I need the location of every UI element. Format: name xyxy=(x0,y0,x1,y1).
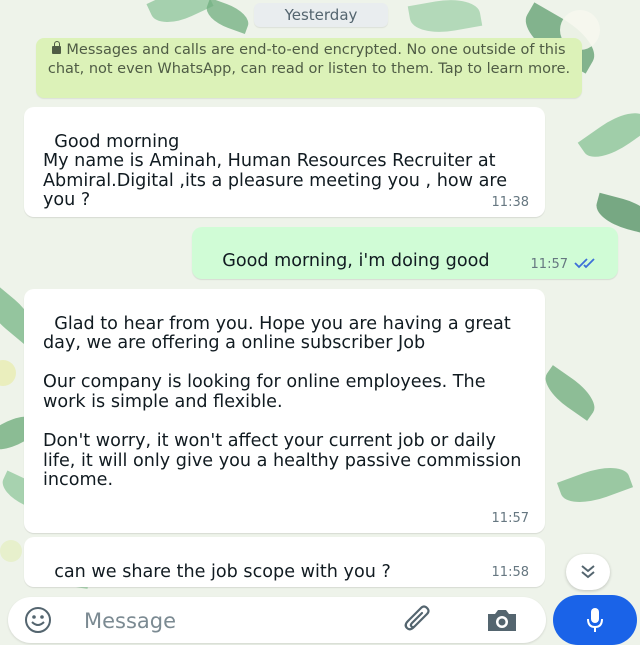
double-chevron-down-icon xyxy=(581,565,595,579)
camera-icon[interactable] xyxy=(484,606,520,634)
double-check-icon xyxy=(574,258,595,269)
scroll-to-bottom-button[interactable] xyxy=(566,554,610,590)
message-time: 11:57 xyxy=(530,257,568,273)
message-text: Good morning My name is Aminah, Human Re… xyxy=(43,131,508,211)
date-divider: Yesterday xyxy=(254,3,388,27)
message-outgoing[interactable]: Good morning, i'm doing good 11:57 xyxy=(192,227,618,279)
voice-message-button[interactable] xyxy=(553,595,637,645)
encryption-notice-text: Messages and calls are end-to-end encryp… xyxy=(47,42,571,77)
message-incoming[interactable]: Glad to hear from you. Hope you are havi… xyxy=(24,289,545,533)
message-time: 11:58 xyxy=(491,565,529,581)
message-text: can we share the job scope with you ? xyxy=(54,561,391,582)
message-incoming[interactable]: Good morning My name is Aminah, Human Re… xyxy=(24,107,545,217)
message-time: 11:57 xyxy=(491,511,529,527)
message-time: 11:38 xyxy=(491,195,529,211)
message-text: Glad to hear from you. Hope you are havi… xyxy=(43,313,522,491)
paperclip-icon[interactable] xyxy=(400,603,436,637)
message-incoming[interactable]: can we share the job scope with you ? 11… xyxy=(24,537,545,587)
message-composer xyxy=(8,597,546,643)
mic-icon xyxy=(587,608,603,632)
message-input[interactable] xyxy=(82,603,386,639)
message-text: Good morning, i'm doing good xyxy=(222,250,490,271)
emoji-icon[interactable] xyxy=(24,606,52,634)
encryption-notice[interactable]: Messages and calls are end-to-end encryp… xyxy=(36,38,582,98)
lock-icon xyxy=(52,41,62,54)
